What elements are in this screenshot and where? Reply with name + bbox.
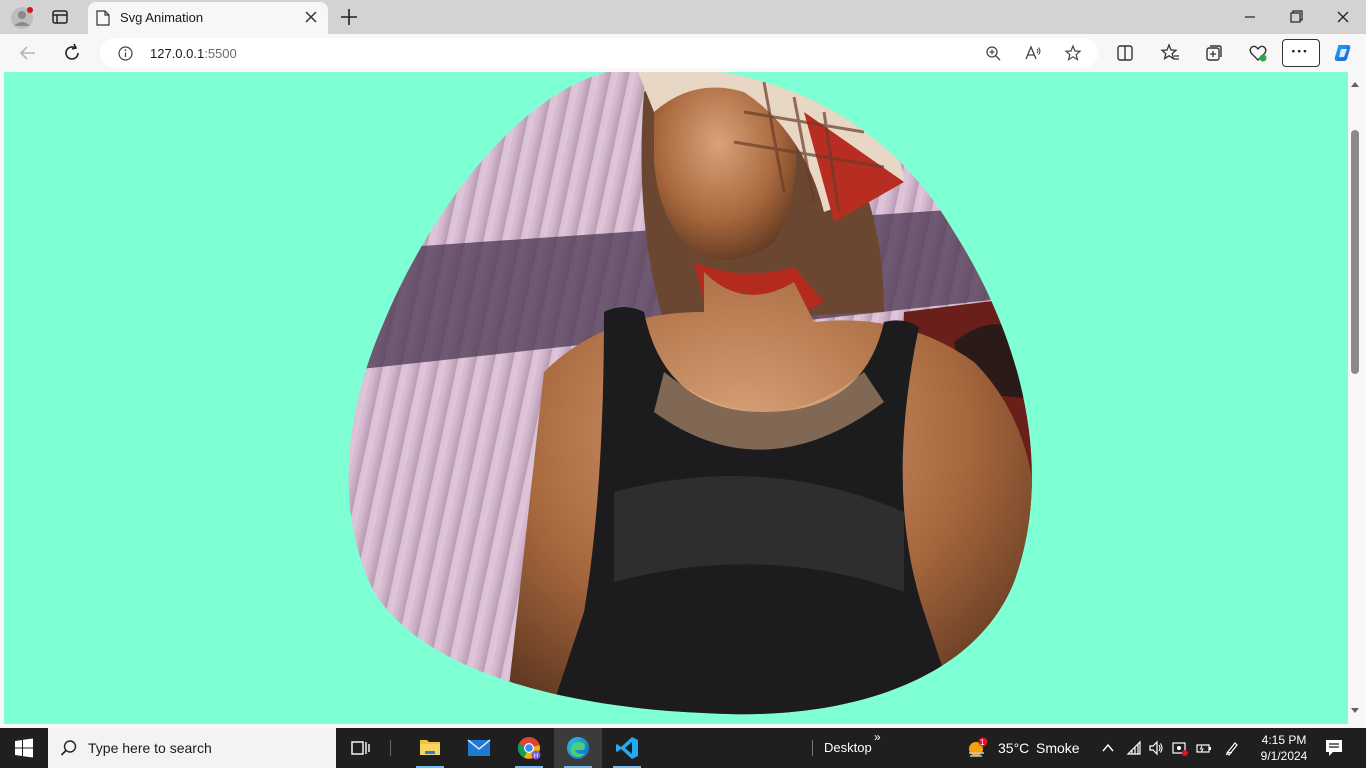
- url-port: :5500: [204, 46, 237, 61]
- weather-badge: 1: [980, 738, 985, 747]
- refresh-icon[interactable]: [61, 42, 83, 64]
- weather-icon[interactable]: [966, 737, 988, 759]
- scroll-down-arrow-icon[interactable]: [1350, 707, 1360, 715]
- notification-center-icon[interactable]: [1324, 738, 1344, 758]
- split-screen-icon[interactable]: [1115, 43, 1135, 63]
- file-explorer-app[interactable]: [406, 728, 454, 768]
- scrollbar-thumb[interactable]: [1351, 130, 1359, 374]
- mail-app[interactable]: [455, 728, 503, 768]
- new-tab-icon[interactable]: [338, 6, 360, 28]
- pen-icon[interactable]: [1224, 740, 1240, 756]
- read-aloud-icon[interactable]: [1024, 44, 1042, 62]
- network-icon[interactable]: [1126, 740, 1142, 756]
- chrome-app[interactable]: H: [505, 728, 553, 768]
- mail-icon: [467, 739, 491, 756]
- minimize-icon[interactable]: [1240, 8, 1260, 26]
- blob-photo: [348, 72, 1032, 715]
- desktop-separator: [812, 740, 813, 756]
- tab-actions-icon[interactable]: [50, 7, 70, 27]
- close-window-icon[interactable]: [1333, 8, 1353, 26]
- address-bar[interactable]: 127.0.0.1:5500: [100, 38, 1098, 68]
- profile-icon[interactable]: [10, 6, 34, 30]
- favorites-icon[interactable]: [1160, 43, 1180, 63]
- taskbar-divider: [390, 740, 391, 756]
- favorite-star-icon[interactable]: [1064, 44, 1082, 62]
- svg-text:H: H: [534, 754, 538, 760]
- vscode-icon: [616, 737, 638, 759]
- edge-app[interactable]: [554, 728, 602, 768]
- windows-start-icon[interactable]: [14, 738, 34, 758]
- chrome-icon: H: [517, 737, 541, 760]
- system-clock[interactable]: 4:15 PM 9/1/2024: [1254, 732, 1314, 764]
- restore-icon[interactable]: [1286, 8, 1306, 26]
- zoom-icon[interactable]: [984, 44, 1002, 62]
- volume-icon[interactable]: [1148, 740, 1164, 756]
- clock-date: 9/1/2024: [1260, 749, 1308, 763]
- taskbar: Type here to search H Desktop » 1 35°C S…: [0, 728, 1366, 768]
- scroll-up-arrow-icon[interactable]: [1350, 80, 1360, 88]
- meet-now-icon[interactable]: [1172, 740, 1188, 756]
- collections-icon[interactable]: [1204, 43, 1224, 63]
- chevron-right-double-icon[interactable]: »: [874, 730, 881, 744]
- folder-icon: [420, 740, 440, 755]
- page-icon: [96, 10, 110, 26]
- url-text[interactable]: 127.0.0.1:5500: [150, 46, 237, 61]
- site-info-icon[interactable]: [118, 46, 133, 61]
- browser-window: Svg Animation 127.0.0.1:5500: [0, 0, 1366, 728]
- weather-temp[interactable]: 35°C: [998, 740, 1029, 756]
- url-host: 127.0.0.1: [150, 46, 205, 61]
- browser-essentials-icon[interactable]: [1248, 43, 1268, 63]
- page-viewport: [4, 72, 1348, 724]
- copilot-icon[interactable]: [1332, 42, 1354, 64]
- more-dots-icon: [1292, 49, 1307, 53]
- battery-icon[interactable]: [1196, 740, 1212, 756]
- tab-strip: Svg Animation: [0, 0, 1366, 34]
- tab-svg-animation[interactable]: Svg Animation: [88, 2, 328, 34]
- close-tab-icon[interactable]: [304, 10, 318, 24]
- desktop-toolbar-label[interactable]: Desktop: [824, 740, 872, 755]
- taskbar-search-box[interactable]: Type here to search: [48, 728, 336, 768]
- weather-condition[interactable]: Smoke: [1036, 740, 1080, 756]
- back-icon[interactable]: [17, 42, 39, 64]
- search-placeholder: Type here to search: [88, 740, 212, 756]
- vscode-app[interactable]: [603, 728, 651, 768]
- settings-and-more-button[interactable]: [1282, 39, 1320, 67]
- edge-icon: [567, 737, 589, 759]
- search-icon: [60, 740, 77, 756]
- tab-title: Svg Animation: [120, 10, 204, 25]
- toolbar: 127.0.0.1:5500: [0, 34, 1366, 72]
- task-view-icon[interactable]: [350, 738, 370, 758]
- clock-time: 4:15 PM: [1261, 733, 1307, 747]
- show-hidden-icons-chevron-up-icon[interactable]: [1100, 740, 1116, 756]
